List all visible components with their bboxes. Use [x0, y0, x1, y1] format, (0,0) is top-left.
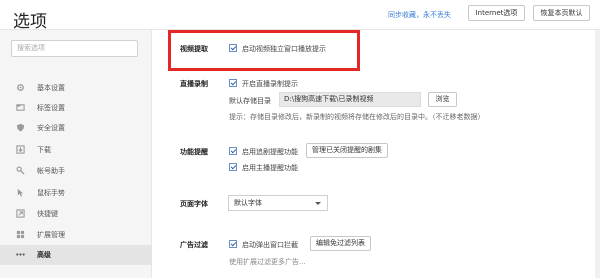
sidebar-item-label: 扩展管理 [37, 231, 65, 239]
sidebar-item-label: 安全设置 [37, 124, 65, 132]
sidebar-item-label: 帐号助手 [37, 167, 65, 175]
more-icon [16, 253, 25, 256]
anchor-reminder-option: 启用主播提醒功能 [242, 164, 298, 172]
download-icon [16, 145, 25, 154]
sidebar-item-shortcut[interactable]: 快捷键 [0, 204, 151, 224]
sidebar-item-advanced[interactable]: 高级 [0, 245, 151, 265]
sidebar-item-download[interactable]: 下载 [0, 140, 151, 160]
live-record-checkbox[interactable] [229, 79, 237, 87]
adfilter-hint[interactable]: 使用扩展过滤更多广告... [229, 257, 306, 267]
sidebar-item-label: 下载 [37, 146, 51, 154]
restore-defaults-button[interactable]: 恢复本页默认 [533, 5, 590, 21]
sidebar-item-label: 鼠标手势 [37, 189, 65, 197]
shortcut-icon [16, 209, 25, 218]
popup-block-checkbox[interactable] [229, 240, 237, 248]
drama-reminder-checkbox[interactable] [229, 147, 237, 155]
edit-whitelist-button[interactable]: 编辑免过滤列表 [310, 236, 371, 251]
save-dir-label: 默认存储目录 [229, 97, 271, 105]
live-section-label: 直播录制 [180, 80, 208, 88]
save-dir-field[interactable]: D:\搜狗高速下载\已录制视频 [279, 92, 421, 107]
chevron-down-icon [315, 202, 321, 205]
sidebar-item-basic[interactable]: 基本设置 [0, 78, 151, 98]
gear-icon [17, 84, 24, 91]
highlight-box [168, 30, 360, 71]
sidebar-item-label: 高级 [37, 251, 51, 259]
sidebar-item-gesture[interactable]: 鼠标手势 [0, 183, 151, 203]
sidebar-item-label: 快捷键 [37, 210, 58, 218]
shield-icon [16, 123, 25, 132]
font-select[interactable]: 默认字体 [228, 195, 328, 211]
key-icon [16, 166, 25, 175]
font-select-value: 默认字体 [234, 199, 262, 207]
anchor-reminder-checkbox[interactable] [229, 163, 237, 171]
browse-button[interactable]: 浏览 [428, 92, 457, 107]
font-section-label: 页面字体 [180, 200, 208, 208]
save-dir-hint: 提示：存储目录修改后，新录制的视频将存储在修改后的目录中。（不迁移老数据） [229, 113, 485, 121]
search-input[interactable]: 搜索选项 [11, 40, 138, 57]
adfilter-section-label: 广告过滤 [180, 241, 208, 249]
sidebar-item-extension[interactable]: 扩展管理 [0, 225, 151, 245]
sidebar: 搜索选项 基本设置 标签设置 安全设置 下载 帐号助手 鼠标手势 快捷键 扩展管… [0, 30, 152, 278]
sidebar-item-label: 标签设置 [37, 104, 65, 112]
sidebar-item-security[interactable]: 安全设置 [0, 118, 151, 138]
reminder-section-label: 功能提醒 [180, 148, 208, 156]
sync-link[interactable]: 同步收藏，永不丢失 [388, 10, 451, 20]
mouse-icon [17, 188, 24, 197]
manage-closed-reminders-button[interactable]: 管理已关闭提醒的剧集 [306, 143, 388, 158]
drama-reminder-option: 启用追剧提醒功能 [242, 148, 298, 156]
internet-options-button[interactable]: Internet选项 [468, 5, 525, 21]
sidebar-item-label: 基本设置 [37, 84, 65, 92]
sidebar-item-account[interactable]: 帐号助手 [0, 161, 151, 181]
tab-icon [16, 104, 25, 111]
extension-icon [16, 230, 25, 239]
scrollbar[interactable] [595, 30, 600, 278]
live-record-option: 开启直播录制提示 [242, 80, 298, 88]
sidebar-item-tabs[interactable]: 标签设置 [0, 98, 151, 118]
popup-block-option: 启动弹出窗口拦截 [242, 241, 298, 249]
